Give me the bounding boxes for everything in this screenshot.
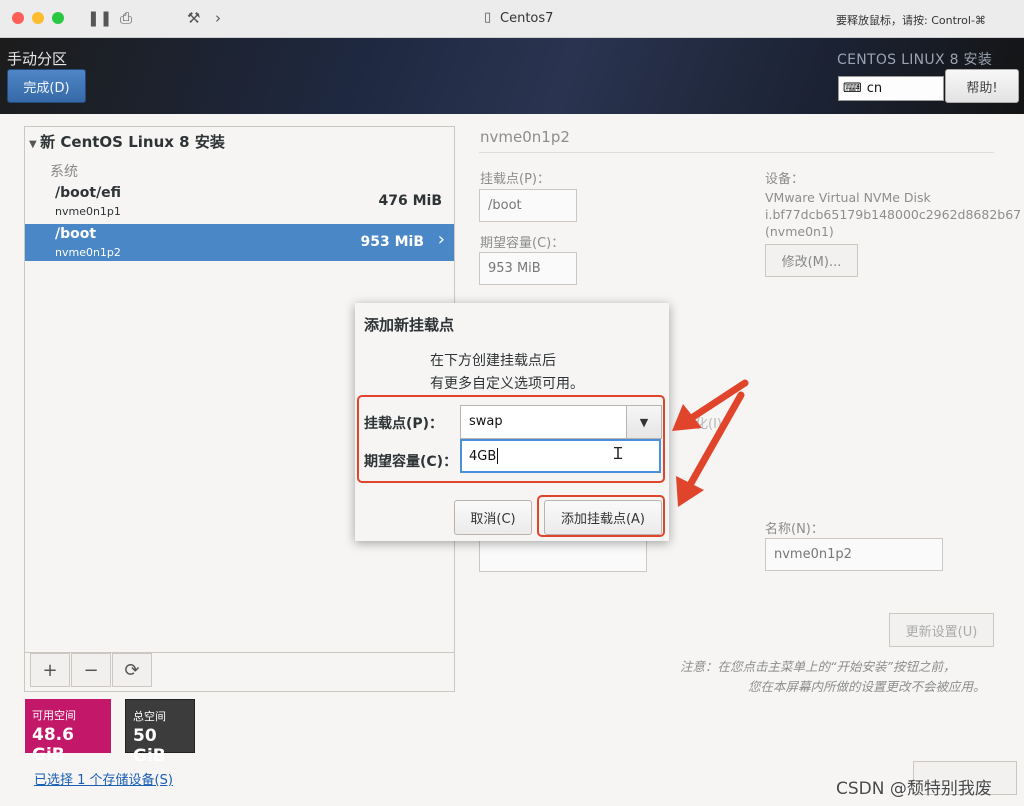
annotation-arrows: [672, 379, 749, 507]
